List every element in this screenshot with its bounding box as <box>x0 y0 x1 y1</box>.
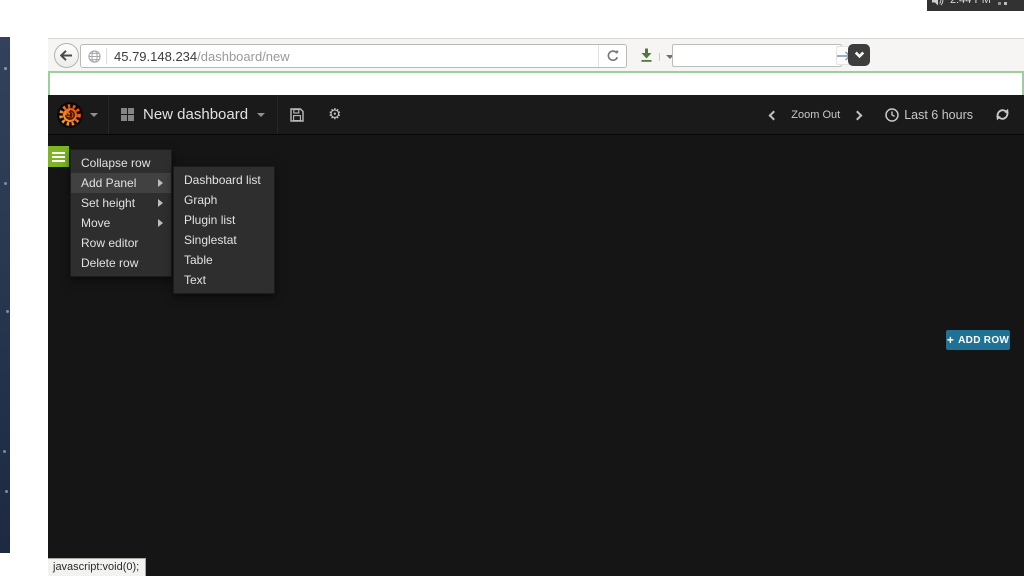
grafana-logo-menu-button[interactable] <box>48 95 108 134</box>
add-row-label: ADD ROW <box>958 334 1010 346</box>
menu-item-row-editor[interactable]: Row editor <box>71 233 171 253</box>
url-path: /dashboard/new <box>197 48 290 64</box>
add-panel-submenu: Dashboard list Graph Plugin list Singles… <box>173 166 275 294</box>
browser-toolbar: 45.79.148.234/dashboard/new <box>48 38 1024 71</box>
submenu-item-singlestat[interactable]: Singlestat <box>174 230 274 250</box>
grafana-logo-icon <box>57 101 83 128</box>
extension-badge-button[interactable] <box>848 44 870 66</box>
url-domain: 45.79.148.234 <box>114 48 198 64</box>
dashboard-canvas: Collapse row Add Panel Set height Move R… <box>48 135 1024 576</box>
page-focus-strip <box>48 71 1024 95</box>
browser-window: 45.79.148.234/dashboard/new New dashboar… <box>48 38 1024 576</box>
dashboard-grid-icon <box>121 108 134 121</box>
refresh-icon <box>996 108 1009 121</box>
submenu-item-graph[interactable]: Graph <box>174 190 274 210</box>
submenu-item-text[interactable]: Text <box>174 270 274 290</box>
dashboard-title-dropdown[interactable]: New dashboard <box>109 95 277 134</box>
status-bar-link-preview: javascript:void(0); <box>48 558 147 576</box>
zoom-out-right-button[interactable] <box>852 106 863 124</box>
submenu-item-table[interactable]: Table <box>174 250 274 270</box>
time-range-picker[interactable]: Last 6 hours <box>885 108 973 122</box>
dashboard-settings-button[interactable]: ⚙ <box>316 95 353 134</box>
logo-caret-icon <box>90 112 98 117</box>
zoom-out-button[interactable]: Zoom Out <box>791 109 840 121</box>
downloads-button[interactable] <box>638 47 654 64</box>
title-caret-icon <box>257 112 266 117</box>
volume-icon[interactable] <box>932 0 944 6</box>
time-range-label: Last 6 hours <box>904 107 973 122</box>
row-menu-button[interactable] <box>48 146 69 167</box>
desktop-wallpaper-edge <box>0 37 10 553</box>
search-box[interactable] <box>672 44 852 67</box>
system-tray: 2:44 PM <box>927 0 1024 11</box>
search-input[interactable] <box>673 45 836 66</box>
plus-icon: + <box>946 333 955 347</box>
menu-item-add-panel[interactable]: Add Panel <box>71 173 171 193</box>
save-dashboard-button[interactable] <box>278 95 316 134</box>
grafana-app: New dashboard ⚙ Zoom Out Last 6 hours Co… <box>48 95 1024 576</box>
network-icon[interactable] <box>997 0 1008 6</box>
row-context-menu: Collapse row Add Panel Set height Move R… <box>70 149 172 277</box>
menu-item-collapse-row[interactable]: Collapse row <box>71 153 171 173</box>
clock-icon <box>885 107 899 122</box>
chevron-left-icon <box>768 110 779 120</box>
submenu-arrow-icon <box>158 179 163 187</box>
reload-button[interactable] <box>598 45 626 67</box>
zoom-out-left-button[interactable] <box>768 106 779 124</box>
globe-icon <box>88 49 101 63</box>
menu-item-set-height[interactable]: Set height <box>71 193 171 213</box>
chevron-right-icon <box>852 110 863 120</box>
submenu-arrow-icon <box>158 219 163 227</box>
submenu-item-plugin-list[interactable]: Plugin list <box>174 210 274 230</box>
dashboard-title: New dashboard <box>143 106 249 123</box>
submenu-item-dashboard-list[interactable]: Dashboard list <box>174 170 274 190</box>
back-button[interactable] <box>54 43 79 68</box>
chevron-down-icon <box>854 48 864 59</box>
hamburger-icon <box>52 151 65 154</box>
download-icon <box>641 48 651 62</box>
reload-icon <box>607 50 619 62</box>
menu-item-move[interactable]: Move <box>71 213 171 233</box>
grafana-navbar: New dashboard ⚙ Zoom Out Last 6 hours <box>48 95 1024 135</box>
submenu-arrow-icon <box>158 199 163 207</box>
add-row-button[interactable]: + ADD ROW <box>946 330 1010 350</box>
menu-item-delete-row[interactable]: Delete row <box>71 253 171 273</box>
refresh-button[interactable] <box>995 107 1010 122</box>
url-bar[interactable]: 45.79.148.234/dashboard/new <box>80 44 627 68</box>
back-arrow-icon <box>60 50 72 61</box>
gear-icon: ⚙ <box>328 105 342 123</box>
wallpaper-dots <box>4 67 7 70</box>
url-separator <box>106 48 107 64</box>
save-icon <box>290 107 304 122</box>
tray-clock[interactable]: 2:44 PM <box>950 0 991 6</box>
